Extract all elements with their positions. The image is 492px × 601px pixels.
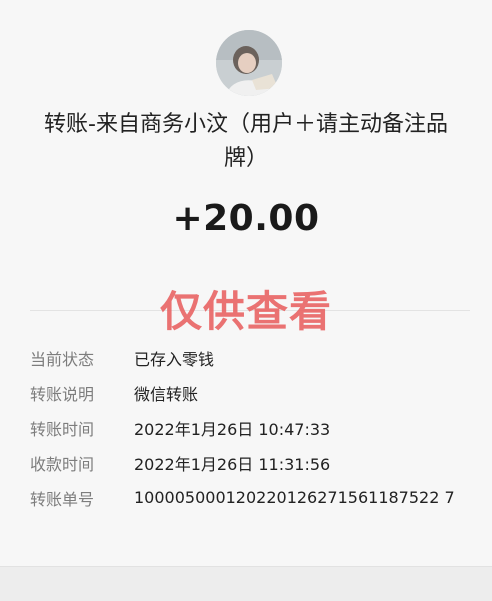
detail-value: 2022年1月26日 11:31:56 xyxy=(134,454,331,474)
detail-value: 2022年1月26日 10:47:33 xyxy=(134,419,331,439)
detail-label: 转账单号 xyxy=(30,489,95,509)
detail-label: 收款时间 xyxy=(30,454,95,474)
transfer-amount: +20.00 xyxy=(172,198,320,239)
detail-value: 已存入零钱 xyxy=(134,349,215,369)
bottom-band xyxy=(0,566,492,601)
detail-label: 当前状态 xyxy=(30,349,95,369)
transfer-title: 转账-来自商务小汶（用户＋请主动备注品牌） xyxy=(44,112,448,171)
detail-row-description: 转账说明 微信转账 xyxy=(30,375,470,410)
detail-label: 转账说明 xyxy=(30,384,95,404)
sender-avatar xyxy=(216,30,282,96)
detail-value: 100005000120220126271561187522 7 xyxy=(134,488,455,507)
detail-row-receive-time: 收款时间 2022年1月26日 11:31:56 xyxy=(30,445,470,480)
view-only-watermark: 仅供查看 xyxy=(159,287,332,336)
transfer-details: 当前状态 已存入零钱 转账说明 微信转账 转账时间 2022年1月26日 10:… xyxy=(30,340,470,515)
detail-label: 转账时间 xyxy=(30,419,95,439)
detail-row-status: 当前状态 已存入零钱 xyxy=(30,340,470,375)
detail-row-transfer-number: 转账单号 100005000120220126271561187522 7 xyxy=(30,480,470,515)
detail-row-transfer-time: 转账时间 2022年1月26日 10:47:33 xyxy=(30,410,470,445)
detail-value: 微信转账 xyxy=(134,384,199,404)
